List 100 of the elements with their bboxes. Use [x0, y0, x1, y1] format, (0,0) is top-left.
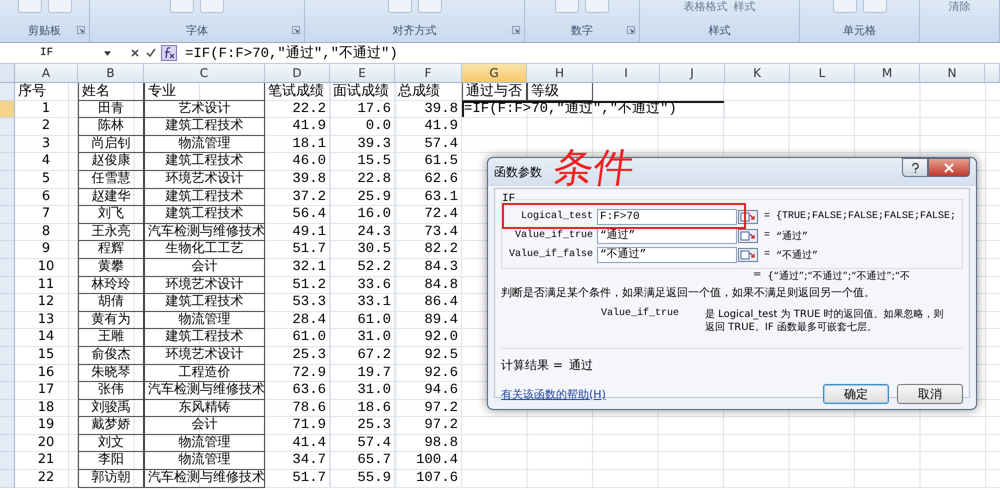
ribbon-button[interactable]	[388, 0, 412, 13]
column-header[interactable]: L	[790, 64, 855, 83]
column-header[interactable]: H	[527, 64, 593, 83]
total-cell: 61.5	[395, 153, 462, 171]
ribbon-button[interactable]	[555, 0, 579, 13]
number-cell: 11	[15, 276, 78, 294]
name-box[interactable]: IF	[0, 45, 80, 61]
help-link[interactable]: 有关该函数的帮助(H)	[501, 386, 606, 402]
row-header[interactable]	[0, 276, 15, 294]
function-description: 判断是否满足某个条件，如果满足返回一个值，如果不满足则返回另一个值。	[501, 285, 876, 300]
collapse-dialog-icon[interactable]	[738, 248, 758, 262]
score-cell: 0.0	[330, 118, 395, 136]
header-cell: 等级	[527, 83, 593, 101]
row-header[interactable]	[0, 241, 15, 259]
row-header[interactable]	[0, 206, 15, 224]
row-header[interactable]	[0, 434, 15, 452]
row-header[interactable]	[0, 118, 15, 136]
major-cell: 东风精铸	[144, 400, 265, 418]
dialog-launcher-icon[interactable]	[627, 26, 635, 34]
cancel-button[interactable]: 取消	[897, 384, 963, 404]
close-button[interactable]	[928, 158, 970, 177]
column-header[interactable]: K	[725, 64, 790, 83]
row-header[interactable]	[0, 188, 15, 206]
score-cell: 19.7	[330, 364, 395, 382]
row-header[interactable]	[0, 346, 15, 364]
ribbon-command[interactable]: 样式	[734, 0, 756, 14]
function-name: IF	[502, 193, 516, 205]
number-cell: 18	[15, 400, 78, 418]
argument-field[interactable]: F:F>70	[597, 208, 737, 224]
insert-function-icon[interactable]	[161, 45, 177, 61]
score-cell: 53.3	[265, 294, 330, 312]
formula-field[interactable]: =IF(F:F>70,"通过","不通过")	[181, 44, 398, 62]
column-header[interactable]: C	[144, 64, 265, 83]
row-header[interactable]	[0, 329, 15, 347]
row-header[interactable]	[0, 382, 15, 400]
score-cell: 51.2	[265, 276, 330, 294]
column-header[interactable]: G	[462, 64, 527, 83]
total-cell: 72.4	[395, 206, 462, 224]
select-all-corner[interactable]	[0, 64, 15, 83]
row-header[interactable]	[0, 294, 15, 312]
total-cell: 86.4	[395, 294, 462, 312]
collapse-dialog-icon[interactable]	[738, 228, 758, 242]
score-cell: 49.1	[265, 224, 330, 242]
total-cell: 92.6	[395, 364, 462, 382]
ribbon-button[interactable]	[418, 0, 442, 13]
ribbon-button[interactable]	[170, 0, 194, 13]
cancel-icon[interactable]	[129, 47, 141, 59]
column-header[interactable]: E	[330, 64, 395, 83]
ribbon-button[interactable]	[200, 0, 224, 13]
column-header[interactable]: I	[593, 64, 660, 83]
row-header[interactable]	[0, 452, 15, 470]
column-header[interactable]: B	[78, 64, 144, 83]
row-header[interactable]	[0, 470, 15, 488]
dropdown-caret-icon[interactable]	[104, 50, 111, 56]
row-header[interactable]	[0, 364, 15, 382]
row-header[interactable]	[0, 153, 15, 171]
row-header[interactable]	[0, 312, 15, 330]
ribbon-button[interactable]	[48, 0, 72, 13]
total-cell: 94.6	[395, 382, 462, 400]
dialog-launcher-icon[interactable]	[77, 26, 85, 34]
major-cell: 建筑工程技术	[144, 188, 265, 206]
column-header[interactable]: M	[855, 64, 920, 83]
name-cell: 林玲玲	[78, 276, 144, 294]
total-cell: 84.8	[395, 276, 462, 294]
score-cell: 71.9	[265, 417, 330, 435]
row-header[interactable]	[0, 83, 15, 101]
row-header[interactable]	[0, 136, 15, 154]
ribbon-button[interactable]	[585, 0, 609, 13]
check-icon[interactable]	[145, 47, 157, 59]
row-header[interactable]	[0, 224, 15, 242]
score-cell: 25.3	[330, 417, 395, 435]
column-header[interactable]: F	[395, 64, 462, 83]
column-header[interactable]	[985, 64, 1000, 83]
column-header[interactable]: D	[265, 64, 330, 83]
column-header[interactable]: A	[15, 64, 78, 83]
argument-field[interactable]: “不通过”	[597, 246, 737, 262]
column-header[interactable]: N	[920, 64, 985, 83]
score-cell: 57.4	[330, 434, 395, 452]
ribbon-command[interactable]: 表格格式	[684, 0, 728, 14]
ribbon-button[interactable]	[18, 0, 42, 13]
dialog-launcher-icon[interactable]	[512, 26, 520, 34]
collapse-dialog-icon[interactable]	[738, 210, 758, 224]
ribbon-button[interactable]	[832, 0, 856, 13]
argument-result: “不通过”	[776, 248, 818, 262]
ribbon-command[interactable]: 清除	[948, 0, 970, 14]
row-header[interactable]	[0, 258, 15, 277]
major-cell: 建筑工程技术	[144, 329, 265, 347]
row-header[interactable]	[0, 400, 15, 418]
score-cell: 52.2	[330, 258, 395, 277]
name-cell: 赵俊康	[78, 153, 144, 171]
help-button[interactable]	[902, 158, 928, 177]
row-header[interactable]	[0, 100, 15, 118]
row-header[interactable]	[0, 417, 15, 435]
dialog-launcher-icon[interactable]	[292, 26, 300, 34]
argument-result: “通过”	[776, 230, 808, 242]
dialog-title: 函数参数	[494, 164, 542, 180]
column-header[interactable]: J	[660, 64, 725, 83]
ribbon-button[interactable]	[862, 0, 886, 13]
ok-button[interactable]: 确定	[823, 384, 889, 404]
row-header[interactable]	[0, 170, 15, 189]
